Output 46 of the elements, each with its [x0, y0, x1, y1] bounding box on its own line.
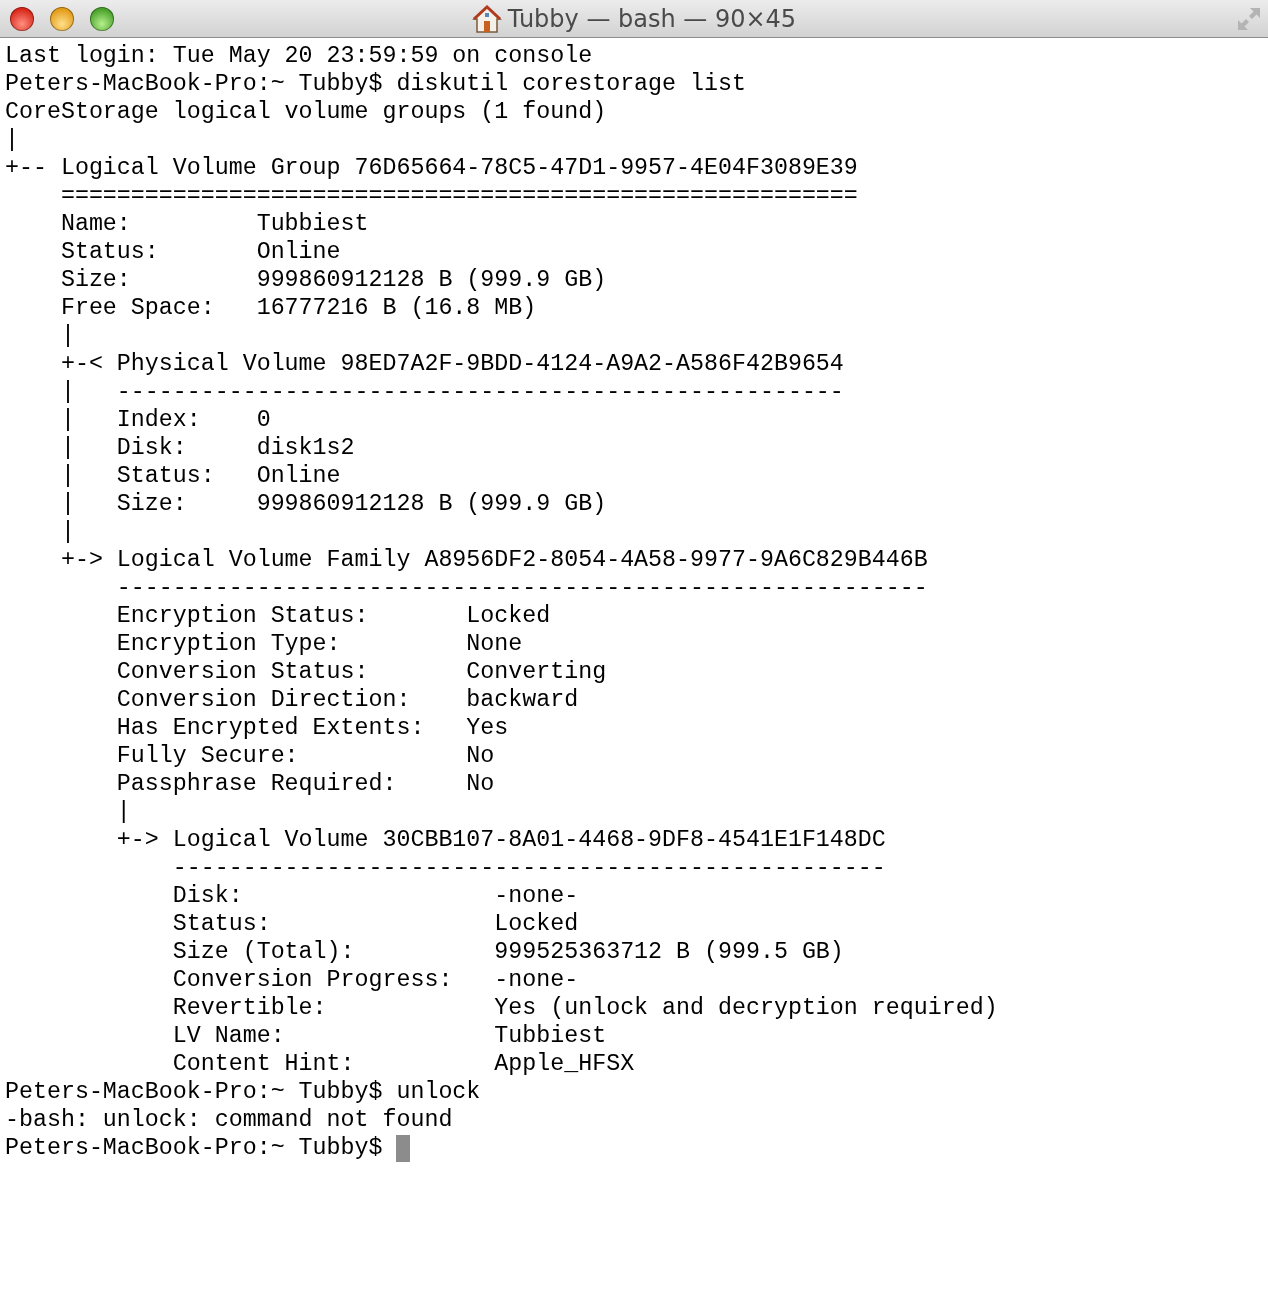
terminal-line: CoreStorage logical volume groups (1 found): [5, 98, 608, 126]
terminal-line: Status: Online: [59, 238, 342, 266]
terminal-line: | Status: Online: [59, 462, 342, 490]
terminal-line: Conversion Progress: -none-: [171, 966, 580, 994]
terminal-line: Size (Total): 999525363712 B (999.5 GB): [171, 938, 845, 966]
terminal-line: Free Space: 16777216 B (16.8 MB): [59, 294, 538, 322]
terminal-prompt: Peters-MacBook-Pro:~ Tubby$: [5, 1134, 384, 1162]
terminal-line: Revertible: Yes (unlock and decryption required): [171, 994, 999, 1022]
terminal-line: Last login: Tue May 20 23:59:59 on console: [5, 42, 594, 70]
terminal-line: |: [59, 322, 76, 350]
minimize-button[interactable]: [50, 6, 74, 31]
close-button[interactable]: [10, 6, 34, 31]
terminal-line: Status: Locked: [171, 910, 580, 938]
house-icon: [471, 4, 502, 33]
terminal-line: =========================================================: [59, 182, 859, 210]
terminal-line: ----------------------------------------------------------: [115, 574, 929, 602]
terminal-line: +-< Physical Volume 98ED7A2F-9BDD-4124-A9A2-A586F42B9654: [59, 350, 845, 378]
terminal-line: | ----------------------------------------------------: [59, 378, 845, 406]
text-cursor: [396, 1134, 411, 1162]
terminal-line: Size: 999860912128 B (999.9 GB): [59, 266, 608, 294]
zoom-button[interactable]: [90, 6, 114, 31]
terminal-line: ---------------------------------------------------: [171, 854, 887, 882]
terminal-line: -bash: unlock: command not found: [5, 1106, 454, 1134]
terminal-line: Conversion Status: Converting: [115, 658, 608, 686]
terminal-line: LV Name: Tubbiest: [171, 1022, 608, 1050]
terminal-line: Encryption Type: None: [115, 630, 524, 658]
terminal-line: Disk: -none-: [171, 882, 580, 910]
terminal-line: Fully Secure: No: [115, 742, 496, 770]
terminal-line: Passphrase Required: No: [115, 770, 496, 798]
terminal-line: | Size: 999860912128 B (999.9 GB): [59, 490, 608, 518]
terminal-line: Conversion Direction: backward: [115, 686, 580, 714]
terminal-line: +-- Logical Volume Group 76D65664-78C5-47D1-9957-4E04F3089E39: [5, 154, 859, 182]
terminal-line: Name: Tubbiest: [59, 210, 370, 238]
window-title: Tubby — bash — 90×45: [507, 4, 797, 33]
terminal-line: |: [5, 126, 20, 154]
terminal-line: Content Hint: Apple_HFSX: [171, 1050, 636, 1078]
terminal-line: Peters-MacBook-Pro:~ Tubby$ diskutil corestorage list: [5, 70, 747, 98]
terminal-line: Has Encrypted Extents: Yes: [115, 714, 510, 742]
terminal-line: |: [115, 798, 132, 826]
terminal-line: +-> Logical Volume 30CBB107-8A01-4468-9DF8-4541E1F148DC: [115, 826, 887, 854]
terminal-line: +-> Logical Volume Family A8956DF2-8054-4A58-9977-9A6C829B446B: [59, 546, 929, 574]
terminal-line: | Index: 0: [59, 406, 272, 434]
terminal-line: Peters-MacBook-Pro:~ Tubby$ unlock: [5, 1078, 482, 1106]
terminal-line: | Disk: disk1s2: [59, 434, 356, 462]
terminal-line: |: [59, 518, 76, 546]
terminal-line: Encryption Status: Locked: [115, 602, 552, 630]
